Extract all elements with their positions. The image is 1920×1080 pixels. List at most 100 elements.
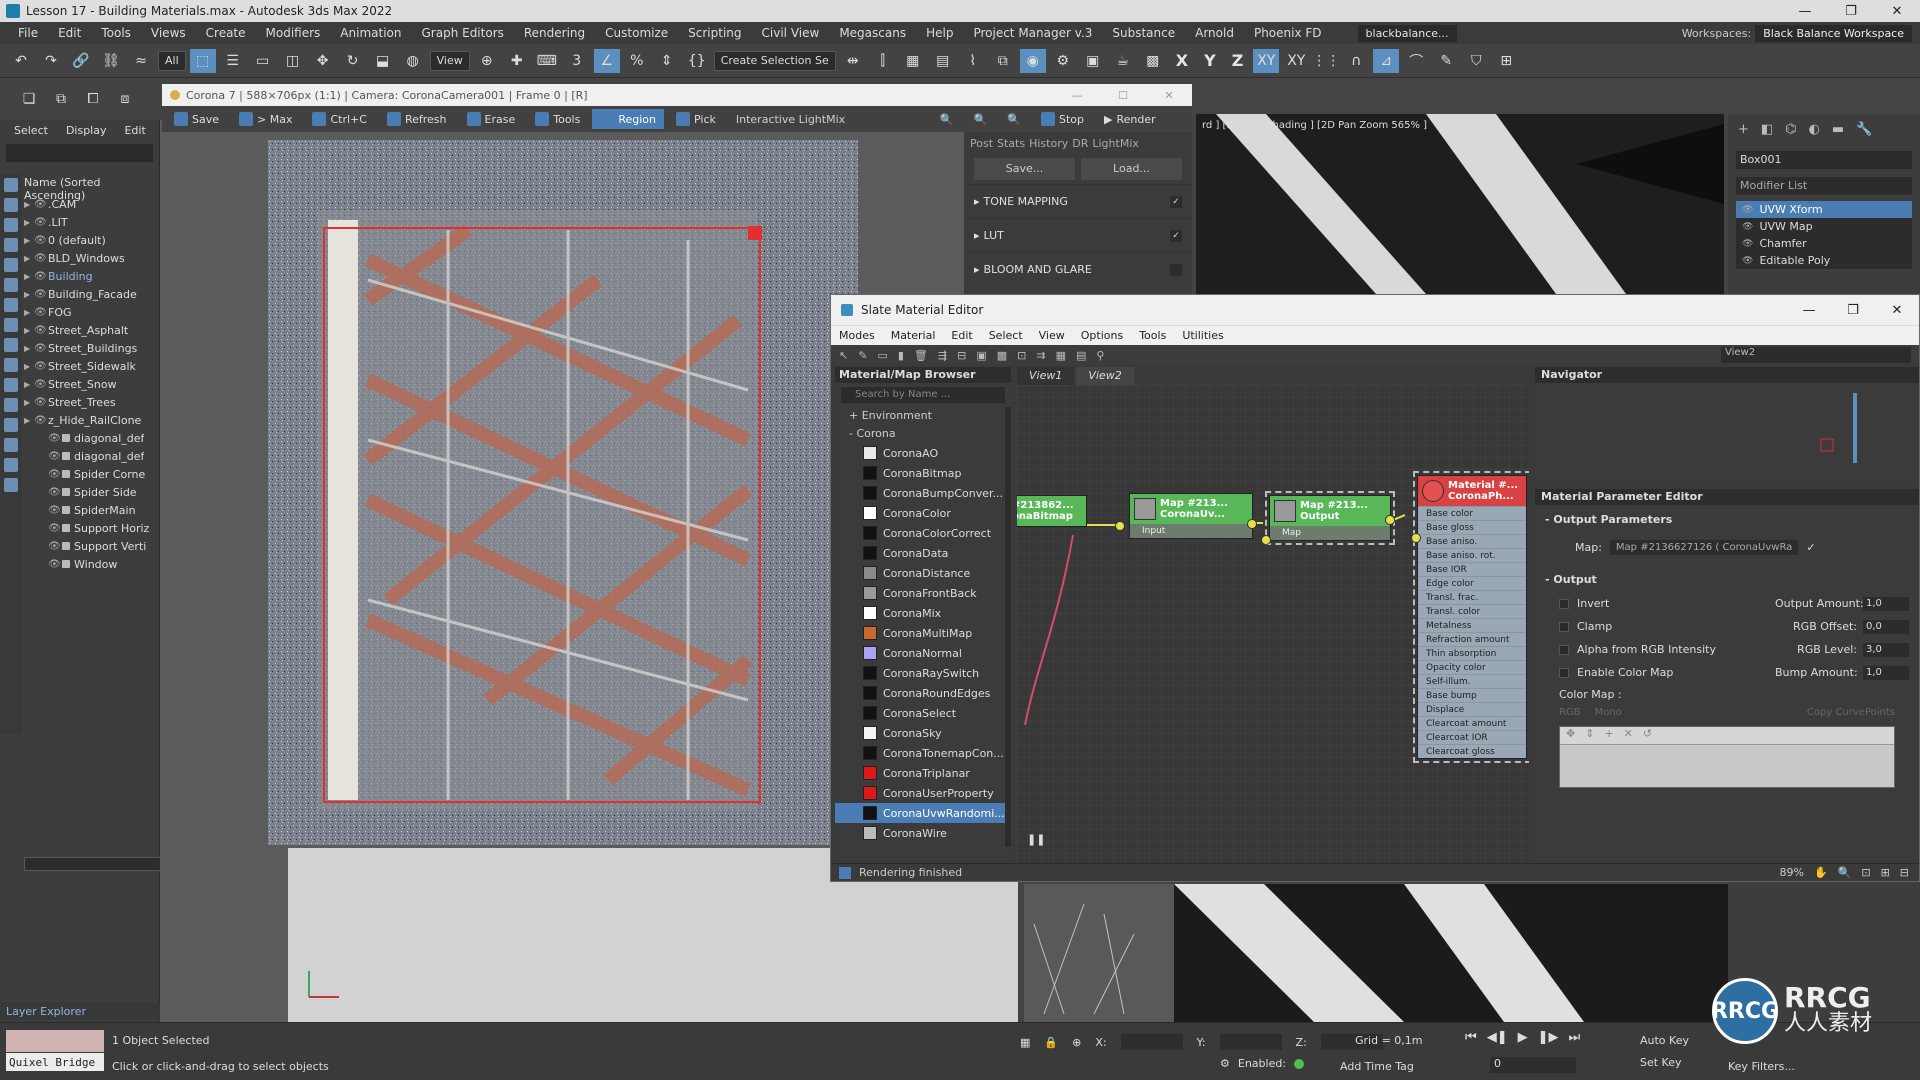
next-frame-icon[interactable]: ❚▶: [1538, 1030, 1559, 1045]
scene-explorer-row[interactable]: 👁 SpiderMain: [24, 501, 160, 519]
mpe-color-map-curve[interactable]: ✥ ⇕ + ✕ ↺: [1559, 726, 1895, 788]
filter-shapes-icon[interactable]: [4, 198, 18, 212]
create-tab-icon[interactable]: +: [1738, 122, 1749, 137]
mb-map-item[interactable]: CoronaAO: [835, 443, 1011, 463]
scene-explorer-row[interactable]: ▶ 👁 Street_Sidewalk: [24, 357, 160, 375]
scene-explorer-row[interactable]: ▶ 👁 .CAM: [24, 195, 160, 213]
menu-megascans[interactable]: Megascans: [829, 26, 916, 40]
filter-bones-icon[interactable]: [4, 338, 18, 352]
sme-pick-icon[interactable]: ✎: [858, 349, 867, 362]
modifier-stack-item[interactable]: 👁 UVW Xform: [1736, 201, 1912, 218]
material-editor-icon[interactable]: ◉: [1019, 48, 1046, 73]
go-to-end-icon[interactable]: ⏭: [1568, 1030, 1580, 1045]
scene-explorer-row[interactable]: ▶ 👁 Building: [24, 267, 160, 285]
material-input-port[interactable]: Base aniso.: [1418, 534, 1526, 548]
mpe-section-output-params[interactable]: - Output Parameters: [1535, 505, 1919, 532]
visibility-eye-icon[interactable]: 👁: [48, 451, 62, 462]
constraint-z[interactable]: Z: [1226, 51, 1250, 70]
sme-zoom-region-icon[interactable]: ⊡: [1861, 866, 1870, 879]
sme-menu-edit[interactable]: Edit: [951, 329, 972, 342]
expand-arrow-icon[interactable]: ▶: [24, 380, 34, 389]
constraint-xy-alt[interactable]: XY: [1283, 49, 1309, 73]
expand-arrow-icon[interactable]: ▶: [24, 344, 34, 353]
sme-zoom-extents-icon[interactable]: ⊞: [1881, 866, 1890, 879]
mpe-spinner-field[interactable]: 3,0: [1863, 642, 1909, 657]
node-port-dot[interactable]: [1261, 535, 1271, 545]
node-output-map-port[interactable]: Map: [1270, 526, 1390, 540]
menu-edit[interactable]: Edit: [48, 26, 91, 40]
vfb-post-save-button[interactable]: Save...: [974, 158, 1075, 180]
snap-toggle-2-icon[interactable]: ⊿: [1373, 48, 1400, 73]
workspace-switcher[interactable]: Workspaces: Black Balance Workspace: [1682, 24, 1920, 42]
mb-map-item[interactable]: CoronaMix: [835, 603, 1011, 623]
x-coord-field[interactable]: [1120, 1034, 1183, 1050]
visibility-eye-icon[interactable]: 👁: [48, 505, 62, 516]
node-uvw-input-port[interactable]: Input: [1130, 524, 1252, 538]
node-port-dot[interactable]: [1247, 519, 1257, 529]
menu-file[interactable]: File: [8, 26, 48, 40]
menu-project-manager[interactable]: Project Manager v.3: [963, 26, 1102, 40]
maxscript-listener-mini[interactable]: [6, 1030, 104, 1052]
mb-map-item[interactable]: CoronaUserProperty: [835, 783, 1011, 803]
populate-icon[interactable]: ⛉: [1463, 49, 1489, 73]
visibility-eye-icon[interactable]: 👁: [34, 253, 48, 264]
scene-explorer-row[interactable]: ▶ 👁 Street_Asphalt: [24, 321, 160, 339]
mb-map-item[interactable]: CoronaRaySwitch: [835, 663, 1011, 683]
mpe-checkbox[interactable]: [1559, 598, 1569, 609]
absolute-mode-icon[interactable]: ⊕: [1072, 1036, 1081, 1049]
menu-arnold[interactable]: Arnold: [1185, 26, 1244, 40]
curve-move-icon[interactable]: ✥: [1566, 727, 1575, 744]
filter-hidden-icon[interactable]: [4, 398, 18, 412]
selection-filter-dropdown[interactable]: All: [158, 50, 186, 71]
vfb-pick-button[interactable]: Pick: [668, 109, 724, 129]
visibility-eye-icon[interactable]: 👁: [34, 343, 48, 354]
menu-phoenix-fd[interactable]: Phoenix FD: [1244, 26, 1332, 40]
mb-map-item[interactable]: CoronaBumpConver...: [835, 483, 1011, 503]
mb-search-input[interactable]: Search by Name ...: [841, 387, 1005, 403]
snap-options-icon[interactable]: ⋮⋮: [1312, 49, 1340, 73]
sme-tab-view1[interactable]: View1: [1017, 367, 1075, 385]
mpe-rgb-radio[interactable]: RGB: [1559, 707, 1581, 718]
sme-menu-tools[interactable]: Tools: [1139, 329, 1166, 342]
filter-geometry-icon[interactable]: [4, 178, 18, 192]
visibility-eye-icon[interactable]: 👁: [34, 379, 48, 390]
sme-menu-material[interactable]: Material: [891, 329, 936, 342]
menu-scripting[interactable]: Scripting: [678, 26, 751, 40]
node-port-dot[interactable]: [1115, 521, 1125, 531]
mirror-icon[interactable]: ⇹: [840, 49, 866, 73]
se-menu-select[interactable]: Select: [14, 124, 48, 137]
expand-arrow-icon[interactable]: ▶: [24, 398, 34, 407]
vfb-close-icon[interactable]: ✕: [1146, 89, 1192, 102]
render-production-icon[interactable]: ☕: [1110, 49, 1136, 73]
minimize-icon[interactable]: —: [1782, 4, 1828, 19]
menu-help[interactable]: Help: [916, 26, 963, 40]
curve-delete-point-icon[interactable]: ✕: [1624, 727, 1633, 744]
visibility-eye-icon[interactable]: 👁: [48, 469, 62, 480]
hierarchy-tab-icon[interactable]: ⌬: [1785, 122, 1796, 137]
mb-map-item[interactable]: CoronaFrontBack: [835, 583, 1011, 603]
vfb-section-lut[interactable]: ▸ LUT ✓: [964, 218, 1192, 252]
move-icon[interactable]: ✥: [310, 49, 336, 73]
sme-show-bg-icon[interactable]: ▩: [997, 349, 1007, 362]
pivot-center-icon[interactable]: ⊕: [474, 49, 500, 73]
layer-copy-icon[interactable]: ⧈: [112, 87, 138, 111]
mpe-checkbox[interactable]: [1559, 644, 1569, 655]
vfb-section-bloom-glare[interactable]: ▸ BLOOM AND GLARE: [964, 252, 1192, 286]
visibility-eye-icon[interactable]: 👁: [34, 361, 48, 372]
scene-explorer-row[interactable]: 👁 Support Horiz: [24, 519, 160, 537]
mb-map-item[interactable]: CoronaMultiMap: [835, 623, 1011, 643]
filter-invert-icon[interactable]: [4, 458, 18, 472]
menu-substance[interactable]: Substance: [1102, 26, 1185, 40]
keyboard-shortcut-icon[interactable]: ⌨: [534, 49, 560, 73]
material-input-port[interactable]: Base IOR: [1418, 562, 1526, 576]
set-key-button[interactable]: Set Key: [1640, 1056, 1689, 1069]
visibility-eye-icon[interactable]: 👁: [34, 397, 48, 408]
mpe-section-output[interactable]: - Output: [1535, 565, 1919, 592]
modifier-toggle-icon[interactable]: 👁: [1742, 239, 1753, 249]
visibility-eye-icon[interactable]: 👁: [34, 235, 48, 246]
expand-arrow-icon[interactable]: ▶: [24, 290, 34, 299]
mb-map-item[interactable]: CoronaWire: [835, 823, 1011, 843]
vfb-post-load-button[interactable]: Load...: [1081, 158, 1182, 180]
material-input-port[interactable]: Clearcoat amount: [1418, 716, 1526, 730]
modifier-stack-item[interactable]: 👁 UVW Map: [1736, 218, 1912, 235]
